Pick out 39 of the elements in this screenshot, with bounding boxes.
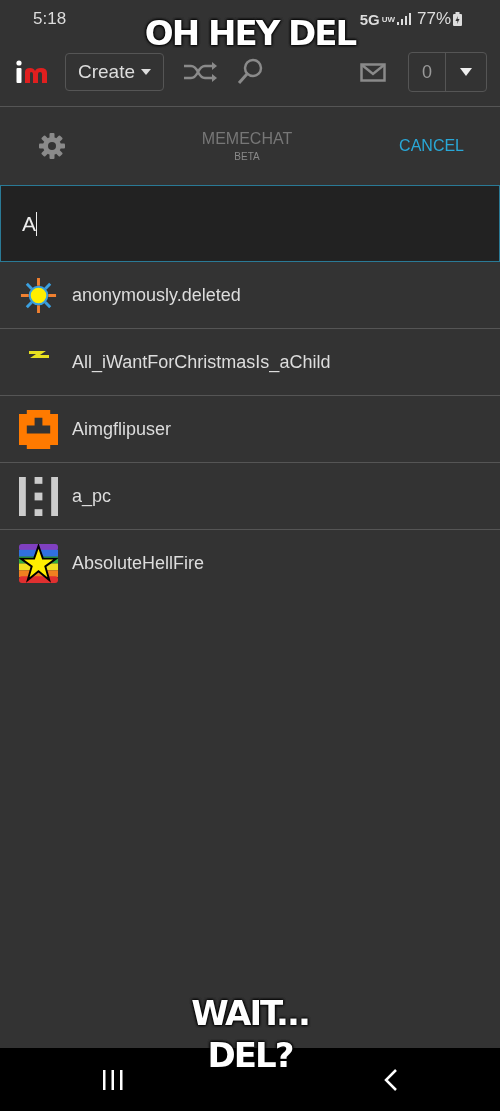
user-list-item[interactable]: anonymously.deleted (0, 262, 500, 329)
signal-icon (396, 13, 411, 25)
back-icon[interactable] (384, 1068, 398, 1091)
caret-icon (460, 68, 472, 76)
battery-percent: 77% (416, 9, 451, 29)
create-dropdown[interactable]: Create (65, 53, 165, 91)
network-label: 5G (359, 10, 380, 28)
user-list-item[interactable]: All_iWantForChristmasIs_aChild (0, 329, 500, 396)
mail-icon[interactable] (360, 62, 386, 82)
user-list-item[interactable]: Aimgflipuser (0, 396, 500, 463)
beta-label: BETA (234, 151, 260, 162)
network-sublabel: UW (381, 14, 395, 24)
lightning-icon (27, 350, 50, 360)
search-icon[interactable] (236, 58, 265, 86)
notification-dropdown[interactable]: 0 (408, 52, 487, 92)
battery-charging-icon (453, 12, 462, 26)
username: All_iWantForChristmasIs_aChild (72, 351, 331, 373)
user-list-item[interactable]: a_pc (0, 463, 500, 530)
cancel-button[interactable]: CANCEL (399, 137, 464, 155)
username: a_pc (72, 485, 112, 507)
settings-icon[interactable] (39, 133, 65, 159)
sun-icon (19, 275, 58, 315)
chat-title: MEMECHAT (201, 130, 293, 148)
pixel-avatar-icon (19, 409, 58, 449)
pixel-avatar-icon (19, 476, 58, 516)
meme-caption: DEL? (207, 1034, 293, 1076)
user-list-item[interactable]: AbsoluteHellFire (0, 530, 500, 596)
username: anonymously.deleted (72, 284, 241, 306)
meme-caption: WAIT... (191, 992, 309, 1034)
logo-icon[interactable] (15, 60, 49, 84)
rainbow-star-icon (19, 543, 58, 583)
recent-apps-icon[interactable] (102, 1069, 124, 1090)
shuffle-icon[interactable] (182, 61, 219, 83)
status-time: 5:18 (33, 9, 67, 29)
search-field[interactable]: A (0, 185, 500, 262)
caret-icon (141, 69, 152, 75)
username: Aimgflipuser (72, 418, 172, 440)
meme-caption: OH HEY DEL (144, 12, 356, 54)
username: AbsoluteHellFire (72, 552, 205, 574)
